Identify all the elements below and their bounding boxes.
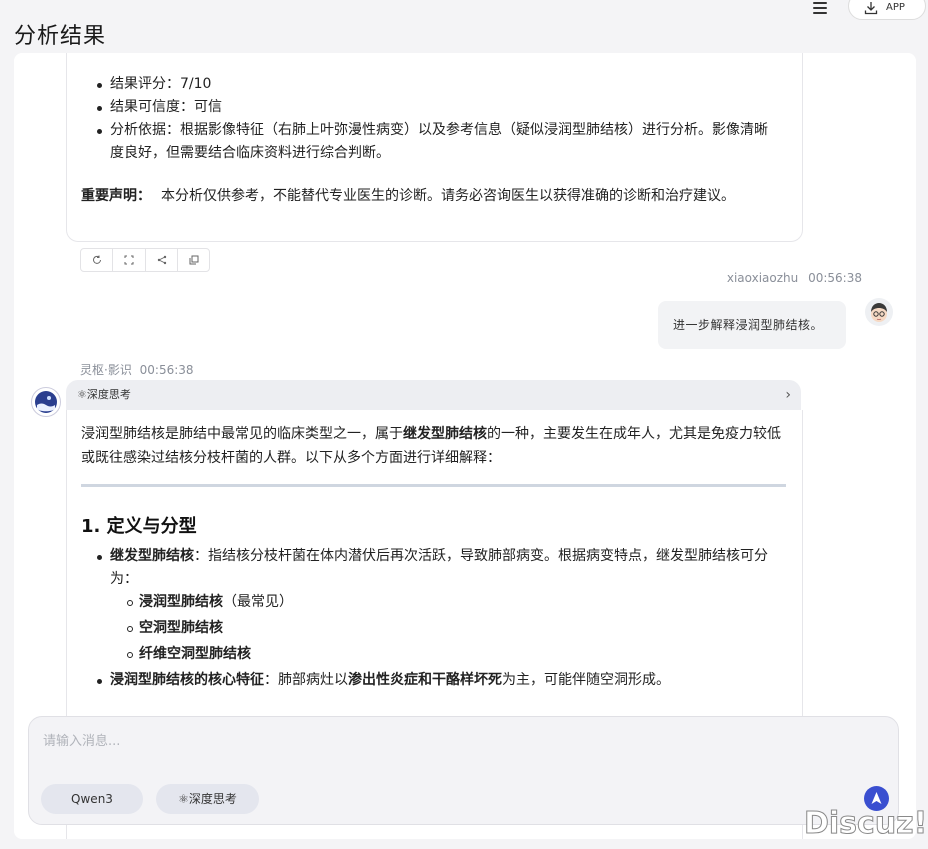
result-list: 结果评分：7/10 结果可信度：可信 分析依据：根据影像特征（右肺上叶弥漫性病变… — [81, 73, 781, 165]
subtype-bold: 空洞型肺结核 — [139, 620, 223, 636]
subtype-extra: （最常见） — [223, 594, 293, 610]
list-item: 结果评分：7/10 — [81, 73, 781, 96]
divider — [81, 484, 786, 487]
term-bold: 渗出性炎症和干酪样坏死 — [348, 672, 502, 688]
message-actions — [80, 248, 210, 272]
menu-icon[interactable] — [810, 0, 832, 16]
term-text: ：指结核分枝杆菌在体内潜伏后再次活跃，导致肺部病变。根据病变特点，继发型肺结核可… — [110, 548, 768, 587]
deep-thinking-toggle[interactable]: ⚛深度思考 › — [66, 380, 801, 410]
previous-answer-card: 结果评分：7/10 结果可信度：可信 分析依据：根据影像特征（右肺上叶弥漫性病变… — [66, 53, 803, 242]
term-text: 为主，可能伴随空洞形成。 — [502, 672, 670, 688]
list-item: 结果可信度：可信 — [81, 96, 781, 119]
message-input[interactable] — [41, 729, 845, 753]
share-button[interactable] — [146, 249, 178, 271]
term-text: ：肺部病灶以 — [264, 672, 348, 688]
avatar[interactable] — [865, 298, 893, 326]
term-bold: 浸润型肺结核的核心特征 — [110, 672, 264, 688]
atom-icon: ⚛ — [178, 792, 189, 806]
app-label: APP — [886, 2, 905, 13]
user-message-meta: xiaoxiaozhu 00:56:38 — [721, 271, 862, 285]
fullscreen-icon — [124, 255, 134, 265]
bot-name: 灵枢·影识 — [80, 363, 132, 377]
atom-icon: ⚛ — [77, 388, 87, 401]
list-item: 浸润型肺结核的核心特征：肺部病灶以渗出性炎症和干酪样坏死为主，可能伴随空洞形成。 — [81, 669, 786, 692]
timestamp: 00:56:38 — [139, 363, 194, 377]
disclaimer-text: 本分析仅供参考，不能替代专业医生的诊断。请务必咨询医生以获得准确的诊断和治疗建议… — [161, 188, 735, 204]
list-item: 浸润型肺结核（最常见） — [81, 591, 786, 614]
subtype-list: 浸润型肺结核（最常见） 空洞型肺结核 纤维空洞型肺结核 — [81, 591, 786, 666]
model-selector-button[interactable]: Qwen3 — [41, 784, 143, 814]
disclaimer-label: 重要声明： — [81, 188, 151, 204]
fullscreen-button[interactable] — [113, 249, 146, 271]
watermark: Discuz! — [803, 806, 928, 842]
list-item: 分析依据：根据影像特征（右肺上叶弥漫性病变）以及参考信息（疑似浸润型肺结核）进行… — [81, 119, 781, 165]
subtype-bold: 纤维空洞型肺结核 — [139, 646, 251, 662]
timestamp: 00:56:38 — [808, 271, 862, 285]
subtype-bold: 浸润型肺结核 — [139, 594, 223, 610]
deep-thinking-button-label: 深度思考 — [188, 792, 237, 806]
disclaimer: 重要声明： 本分析仅供参考，不能替代专业医生的诊断。请务必咨询医生以获得准确的诊断… — [81, 185, 735, 207]
term-bold: 继发型肺结核 — [110, 548, 194, 564]
copy-button[interactable] — [178, 249, 209, 271]
refresh-button[interactable] — [81, 249, 114, 271]
list-item: 继发型肺结核：指结核分枝杆菌在体内潜伏后再次活跃，导致肺部病变。根据病变特点，继… — [81, 545, 786, 666]
top-bar: 分析结果 APP — [0, 0, 928, 50]
username: xiaoxiaozhu — [726, 271, 799, 285]
list-item: 纤维空洞型肺结核 — [81, 643, 786, 666]
definition-list: 继发型肺结核：指结核分枝杆菌在体内潜伏后再次活跃，导致肺部病变。根据病变特点，继… — [81, 545, 786, 692]
download-icon — [864, 2, 878, 15]
user-avatar-icon — [871, 303, 887, 322]
avatar — [31, 387, 61, 417]
intro-bold: 继发型肺结核 — [403, 426, 487, 442]
deep-thinking-label-wrap: ⚛深度思考 — [77, 380, 131, 410]
intro-text: 浸润型肺结核是肺结中最常见的临床类型之一，属于 — [81, 426, 403, 442]
deep-thinking-label: 深度思考 — [86, 388, 131, 401]
message-composer: Qwen3 ⚛深度思考 — [28, 716, 899, 825]
chat-panel[interactable]: 结果评分：7/10 结果可信度：可信 分析依据：根据影像特征（右肺上叶弥漫性病变… — [14, 53, 916, 839]
section-heading: 1. 定义与分型 — [81, 516, 197, 537]
deep-thinking-button[interactable]: ⚛深度思考 — [156, 784, 259, 814]
share-icon — [157, 255, 166, 265]
answer-intro: 浸润型肺结核是肺结中最常见的临床类型之一，属于继发型肺结核的一种，主要发生在成年… — [81, 422, 786, 470]
download-app-button[interactable]: APP — [848, 0, 926, 20]
list-item: 空洞型肺结核 — [81, 617, 786, 640]
page-title: 分析结果 — [14, 24, 107, 49]
copy-icon — [189, 255, 199, 265]
bot-avatar-icon — [35, 391, 57, 413]
refresh-icon — [93, 255, 101, 264]
chevron-right-icon: › — [785, 387, 791, 403]
bot-message-meta: 灵枢·影识 00:56:38 — [80, 361, 194, 378]
user-message-bubble: 进一步解释浸润型肺结核。 — [658, 301, 846, 349]
